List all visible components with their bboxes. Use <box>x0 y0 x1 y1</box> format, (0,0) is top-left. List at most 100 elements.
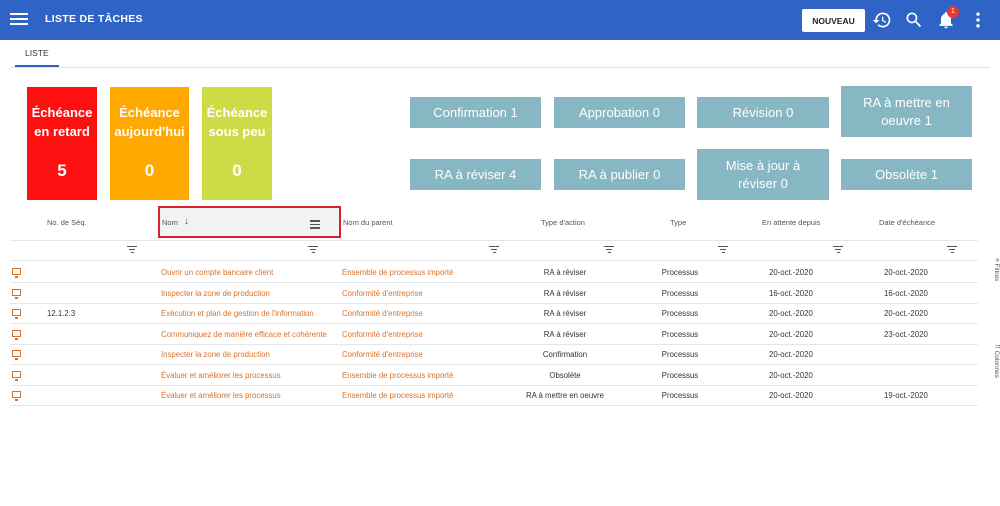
cell-type: Processus <box>661 391 699 400</box>
quick-button-ra-to-review[interactable]: RA à réviser 4 <box>410 159 541 190</box>
quick-button-approbation[interactable]: Approbation 0 <box>554 97 685 128</box>
sort-arrow-down-icon[interactable]: ↓ <box>184 216 189 227</box>
quick-button-update-to-review[interactable]: Mise à jour à réviser 0 <box>697 149 829 200</box>
monitor-icon[interactable] <box>12 289 21 299</box>
column-header-type[interactable]: Type <box>670 218 686 227</box>
tile-due-soon[interactable]: Échéance sous peu 0 <box>202 87 272 200</box>
cell-nom-link[interactable]: Évaluer et améliorer les processus <box>161 391 281 400</box>
quick-button-label: oeuvre 1 <box>881 112 932 128</box>
more-vert-icon[interactable] <box>968 10 988 30</box>
new-button[interactable]: NOUVEAU <box>802 9 865 32</box>
cell-parent-link[interactable]: Ensemble de processus importé <box>342 391 453 400</box>
cell-nom-link[interactable]: Exécution et plan de gestion de l'inform… <box>161 309 314 318</box>
quick-button-ra-to-publish[interactable]: RA à publier 0 <box>554 159 685 190</box>
filter-icon[interactable] <box>308 246 318 254</box>
cell-nom-link[interactable]: Inspecter la zone de production <box>161 350 270 359</box>
cell-type: Processus <box>661 330 699 339</box>
divider <box>10 405 978 406</box>
quick-button-label: Révision 0 <box>732 104 794 120</box>
cell-nom-link[interactable]: Communiquez de manière efficace et cohér… <box>161 330 327 339</box>
cell-parent-link[interactable]: Conformité d'entreprise <box>342 350 423 359</box>
cell-action: RA à réviser <box>543 330 587 339</box>
column-header-due-date[interactable]: Date d'échéance <box>879 218 935 227</box>
cell-action: RA à réviser <box>543 268 587 277</box>
quick-button-ra-to-implement[interactable]: RA à mettre en oeuvre 1 <box>841 86 972 137</box>
cell-action: RA à réviser <box>543 289 587 298</box>
cell-action: RA à réviser <box>543 309 587 318</box>
monitor-icon[interactable] <box>12 330 21 340</box>
column-header-pending-since[interactable]: En attente depuis <box>762 218 820 227</box>
table-row[interactable]: 12.1.2.3 Exécution et plan de gestion de… <box>10 303 978 323</box>
quick-button-label: RA à mettre en <box>863 94 950 110</box>
cell-due: 23-oct.-2020 <box>884 330 928 339</box>
tile-label: Échéance <box>119 105 180 120</box>
cell-parent-link[interactable]: Conformité d'entreprise <box>342 289 423 298</box>
cell-type: Processus <box>661 371 699 380</box>
column-header-nom[interactable]: Nom <box>162 218 178 227</box>
side-tab-columns[interactable]: ⠿ Colonnes <box>988 344 1000 394</box>
tile-value: 5 <box>57 161 67 180</box>
monitor-icon[interactable] <box>12 350 21 360</box>
filter-icon[interactable] <box>947 246 957 254</box>
notifications-bell-icon[interactable]: 1 <box>936 6 959 30</box>
filter-icon[interactable] <box>127 246 137 254</box>
cell-parent-link[interactable]: Ensemble de processus importé <box>342 371 453 380</box>
tile-value: 0 <box>232 161 242 180</box>
cell-action: Obsolète <box>549 371 581 380</box>
search-icon[interactable] <box>904 10 924 30</box>
cell-since: 20-oct.-2020 <box>769 309 813 318</box>
tab-bar: LISTE <box>10 40 990 68</box>
cell-due: 20-oct.-2020 <box>884 309 928 318</box>
column-header-action-type[interactable]: Type d'action <box>541 218 585 227</box>
quick-button-obsolete[interactable]: Obsolète 1 <box>841 159 972 190</box>
tile-overdue[interactable]: Échéance en retard 5 <box>27 87 97 200</box>
column-header-seq[interactable]: No. de Séq. <box>47 218 87 227</box>
cell-since: 20-oct.-2020 <box>769 350 813 359</box>
cell-since: 16-oct.-2020 <box>769 289 813 298</box>
filter-icon[interactable] <box>489 246 499 254</box>
tile-label: Échéance <box>206 105 268 120</box>
hamburger-menu-icon[interactable] <box>10 10 28 30</box>
quick-button-label: RA à publier 0 <box>578 166 661 182</box>
page-title: LISTE DE TÂCHES <box>45 13 143 25</box>
monitor-icon[interactable] <box>12 371 21 381</box>
column-header-nom-highlighted[interactable]: Nom ↓ <box>158 206 341 238</box>
cell-due: 20-oct.-2020 <box>884 268 928 277</box>
divider <box>10 260 978 261</box>
filter-icon[interactable] <box>833 246 843 254</box>
cell-parent-link[interactable]: Ensemble de processus importé <box>342 268 453 277</box>
cell-type: Processus <box>661 350 699 359</box>
cell-parent-link[interactable]: Conformité d'entreprise <box>342 309 423 318</box>
quick-button-revision[interactable]: Révision 0 <box>697 97 829 128</box>
column-menu-icon[interactable] <box>310 218 320 231</box>
quick-button-confirmation[interactable]: Confirmation 1 <box>410 97 541 128</box>
cell-nom-link[interactable]: Ouvrir un compte bancaire client <box>161 268 273 277</box>
table-row[interactable]: Évaluer et améliorer les processus Ensem… <box>10 365 978 385</box>
table-row[interactable]: Inspecter la zone de production Conformi… <box>10 344 978 364</box>
table-row[interactable]: Inspecter la zone de production Conformi… <box>10 283 978 303</box>
table-row[interactable]: Ouvrir un compte bancaire client Ensembl… <box>10 262 978 282</box>
monitor-icon[interactable] <box>12 391 21 401</box>
history-icon[interactable] <box>872 10 892 30</box>
cell-nom-link[interactable]: Évaluer et améliorer les processus <box>161 371 281 380</box>
filter-icon[interactable] <box>604 246 614 254</box>
cell-seq: 12.1.2.3 <box>47 309 76 318</box>
cell-type: Processus <box>661 268 699 277</box>
cell-parent-link[interactable]: Conformité d'entreprise <box>342 330 423 339</box>
tile-label: aujourd'hui <box>114 124 185 139</box>
quick-button-label: Mise à jour à <box>725 157 801 173</box>
table-row[interactable]: Évaluer et améliorer les processus Ensem… <box>10 385 978 405</box>
monitor-icon[interactable] <box>12 309 21 319</box>
notification-badge: 1 <box>947 6 959 18</box>
divider <box>10 240 978 241</box>
column-header-parent[interactable]: Nom du parent <box>343 218 393 227</box>
cell-since: 20-oct.-2020 <box>769 391 813 400</box>
side-tab-filters[interactable]: ≡ Filtres <box>988 258 1000 298</box>
tab-liste[interactable]: LISTE <box>15 40 59 67</box>
cell-nom-link[interactable]: Inspecter la zone de production <box>161 289 270 298</box>
table-row[interactable]: Communiquez de manière efficace et cohér… <box>10 324 978 344</box>
monitor-icon[interactable] <box>12 268 21 278</box>
cell-since: 20-oct.-2020 <box>769 268 813 277</box>
tile-due-today[interactable]: Échéance aujourd'hui 0 <box>110 87 189 200</box>
filter-icon[interactable] <box>718 246 728 254</box>
